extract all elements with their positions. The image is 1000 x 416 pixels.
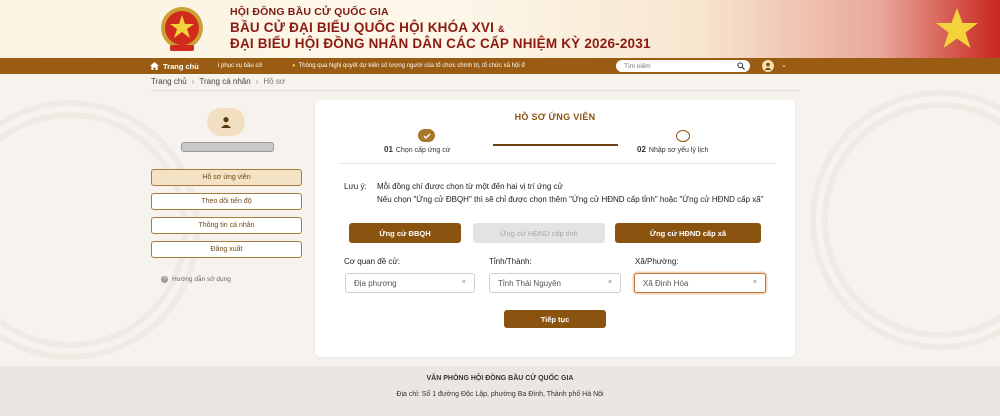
nav-service-link[interactable]: i phục vụ bầu cử [218,58,262,74]
step-progress-line [493,144,618,146]
province-value: Tỉnh Thái Nguyên [498,279,561,288]
emblem-icon [161,7,203,51]
step-2-circle-icon [676,130,690,142]
breadcrumb-sep: › [255,77,259,86]
step-2-num: 02 [637,145,646,154]
commune-label: Xã/Phường: [635,257,679,266]
check-mark-icon [423,133,430,139]
header-title-line2: ĐẠI BIỂU HỘI ĐỒNG NHÂN DÂN CÁC CẤP NHIỆM… [230,36,651,51]
help-icon: ? [161,276,168,283]
breadcrumb-home[interactable]: Trang chủ [151,77,187,86]
continue-button[interactable]: Tiếp tục [504,310,606,328]
help-label: Hướng dẫn sử dụng [172,276,231,283]
user-avatar-icon [221,117,231,128]
card-divider [339,163,775,164]
step-1[interactable]: 01 Chọn cấp ứng cử [384,145,450,154]
news-ticker[interactable]: ● Thông qua Nghị quyết dự kiến số lượng n… [292,58,602,74]
step-1-num: 01 [384,145,393,154]
nav-home-link[interactable]: Trang chủ [150,58,199,74]
user-icon[interactable] [762,60,774,72]
avatar [207,108,245,136]
note-line-1: Mỗi đồng chí được chọn từ một đến hai vị… [377,182,563,191]
sidebar-item-candidate-profile[interactable]: Hồ sơ ứng viên [151,169,302,186]
user-glyph-icon [764,62,772,70]
site-header: HỘI ĐỒNG BẦU CỬ QUỐC GIA BẦU CỬ ĐẠI BIỂU… [0,0,1000,58]
check-icon [418,129,435,142]
note-label: Lưu ý: [344,182,367,191]
sidebar-item-logout[interactable]: Đăng xuất [151,241,302,258]
clear-icon[interactable]: × [462,279,466,286]
nav-home-label: Trang chủ [163,61,199,71]
search-icon[interactable] [737,62,745,70]
commune-select[interactable]: Xã Định Hóa × [634,273,766,293]
nominating-body-label: Cơ quan đề cử: [344,257,400,266]
help-link[interactable]: ? Hướng dẫn sử dụng [161,276,231,283]
search-box [616,60,750,72]
nominating-body-value: Địa phương [354,279,397,288]
home-icon [150,62,159,70]
step-2[interactable]: 02 Nhập sơ yếu lý lịch [637,145,708,154]
header-amp: & [498,24,505,34]
search-input[interactable] [624,60,732,72]
candidate-profile-card: HỒ SƠ ỨNG VIÊN 01 Chọn cấp ứng cử 02 Nhập … [315,100,795,357]
nominating-body-select[interactable]: Địa phương × [345,273,475,293]
step-1-label: Chọn cấp ứng cử [395,147,451,154]
nav-bar: Trang chủ i phục vụ bầu cử ● Thông qua Ng… [0,58,1000,74]
header-org: HỘI ĐỒNG BẦU CỬ QUỐC GIA [230,6,389,18]
sidebar-item-track-progress[interactable]: Theo dõi tiến độ [151,193,302,210]
footer-org: VĂN PHÒNG HỘI ĐỒNG BẦU CỬ QUỐC GIA [426,375,574,382]
note-line-2: Nếu chọn "Ứng cử ĐBQH" thì sẽ chỉ được c… [377,195,764,204]
header-title-line1: BẦU CỬ ĐẠI BIỂU QUỐC HỘI KHÓA XVI & [230,20,505,35]
step-2-label: Nhập sơ yếu lý lịch [648,147,709,154]
breadcrumb-divider [150,90,800,91]
clear-icon[interactable]: × [608,279,612,286]
star-icon [936,8,978,48]
user-name-placeholder [181,142,274,152]
breadcrumb-profile[interactable]: Trang cá nhân [199,77,250,86]
role-dbqh-button[interactable]: Ứng cử ĐBQH [349,223,461,243]
breadcrumb-current: Hồ sơ [263,77,286,86]
card-title: HỒ SƠ ỨNG VIÊN [514,112,596,122]
header-title-line1-text: BẦU CỬ ĐẠI BIỂU QUỐC HỘI KHÓA XVI [230,20,495,35]
footer-address: Địa chỉ: Số 1 đường Độc Lập, phường Ba Đ… [396,391,604,398]
watermark-right [810,90,1000,350]
clear-icon[interactable]: × [753,279,757,286]
role-hdnd-province-button[interactable]: Ứng cử HĐND cấp tỉnh [473,223,605,243]
ticker-dot-icon: ● [292,63,296,69]
province-select[interactable]: Tỉnh Thái Nguyên × [489,273,621,293]
commune-value: Xã Định Hóa [643,279,689,288]
province-label: Tỉnh/Thành: [489,257,532,266]
chevron-down-icon[interactable]: ⌄ [781,61,787,69]
site-footer: VĂN PHÒNG HỘI ĐỒNG BẦU CỬ QUỐC GIA Địa c… [0,366,1000,416]
news-ticker-text: Thông qua Nghị quyết dự kiến số lượng ng… [298,63,525,69]
breadcrumb-sep: › [191,77,195,86]
breadcrumb: Trang chủ › Trang cá nhân › Hồ sơ [151,77,285,86]
role-hdnd-commune-button[interactable]: Ứng cử HĐND cấp xã [615,223,761,243]
sidebar-item-personal-info[interactable]: Thông tin cá nhân [151,217,302,234]
